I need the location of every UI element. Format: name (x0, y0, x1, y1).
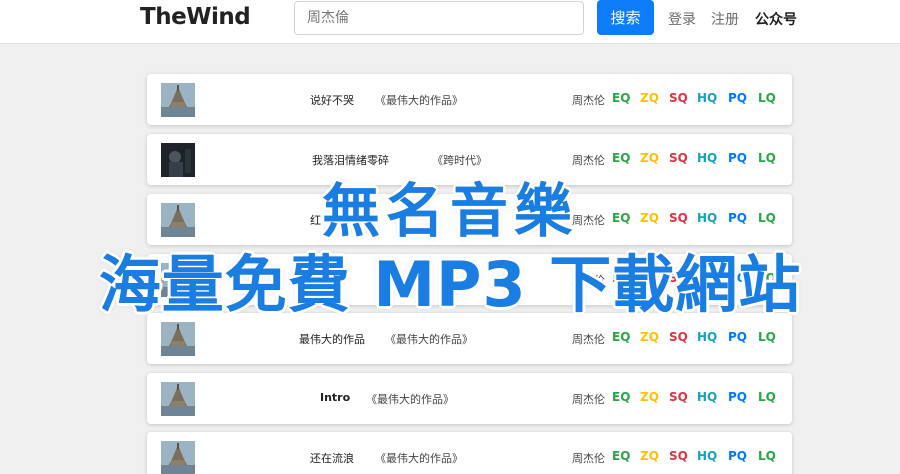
download-zq-link[interactable]: ZQ (640, 330, 659, 344)
overlay-subtitle: 海量免費 MP3 下載網站 (98, 248, 802, 321)
song-row[interactable]: 还在流浪 《最伟大的作品》 周杰伦 EQ ZQ SQ HQ PQ LQ (147, 432, 792, 474)
register-link[interactable]: 注册 (711, 9, 739, 29)
album-cover-castle-icon (161, 83, 195, 117)
download-hq-link[interactable]: HQ (697, 151, 717, 165)
album-cover-castle-icon (161, 441, 195, 474)
download-zq-link[interactable]: ZQ (640, 390, 659, 404)
download-eq-link[interactable]: EQ (612, 91, 630, 105)
download-zq-link[interactable]: ZQ (640, 449, 659, 463)
download-lq-link[interactable]: LQ (758, 330, 776, 344)
song-row[interactable]: Intro 《最伟大的作品》 周杰伦 EQ ZQ SQ HQ PQ LQ (147, 373, 792, 424)
song-title[interactable]: 说好不哭 (310, 92, 354, 108)
song-artist[interactable]: 周杰伦 (572, 450, 605, 466)
download-pq-link[interactable]: PQ (728, 449, 747, 463)
album-cover-castle-icon (161, 382, 195, 416)
song-artist[interactable]: 周杰伦 (572, 331, 605, 347)
download-sq-link[interactable]: SQ (669, 91, 688, 105)
download-zq-link[interactable]: ZQ (640, 151, 659, 165)
album-cover-castle-icon (161, 322, 195, 356)
download-sq-link[interactable]: SQ (669, 151, 688, 165)
song-album[interactable]: 《最伟大的作品》 (375, 450, 463, 466)
wechat-account-link[interactable]: 公众号 (755, 9, 797, 29)
song-artist[interactable]: 周杰伦 (572, 92, 605, 108)
search-button[interactable]: 搜索 (597, 0, 654, 35)
login-link[interactable]: 登录 (668, 9, 696, 29)
song-album[interactable]: 《最伟大的作品》 (385, 331, 473, 347)
download-lq-link[interactable]: LQ (758, 390, 776, 404)
download-pq-link[interactable]: PQ (728, 390, 747, 404)
search-input[interactable] (294, 1, 584, 35)
song-album[interactable]: 《最伟大的作品》 (366, 391, 454, 407)
song-row[interactable]: 说好不哭 《最伟大的作品》 周杰伦 EQ ZQ SQ HQ PQ LQ (147, 74, 792, 125)
download-sq-link[interactable]: SQ (669, 330, 688, 344)
download-sq-link[interactable]: SQ (669, 449, 688, 463)
download-eq-link[interactable]: EQ (612, 390, 630, 404)
download-hq-link[interactable]: HQ (697, 330, 717, 344)
download-zq-link[interactable]: ZQ (640, 91, 659, 105)
download-pq-link[interactable]: PQ (728, 91, 747, 105)
download-hq-link[interactable]: HQ (697, 449, 717, 463)
download-hq-link[interactable]: HQ (697, 390, 717, 404)
song-title[interactable]: Intro (320, 391, 350, 404)
download-eq-link[interactable]: EQ (612, 151, 630, 165)
brand-logo[interactable]: TheWind (140, 4, 251, 30)
download-pq-link[interactable]: PQ (728, 151, 747, 165)
download-sq-link[interactable]: SQ (669, 390, 688, 404)
top-navbar: TheWind 搜索 登录 注册 公众号 (0, 0, 900, 44)
download-hq-link[interactable]: HQ (697, 91, 717, 105)
download-lq-link[interactable]: LQ (758, 151, 776, 165)
song-artist[interactable]: 周杰伦 (572, 391, 605, 407)
song-title[interactable]: 最伟大的作品 (299, 331, 365, 347)
song-title[interactable]: 还在流浪 (310, 450, 354, 466)
download-lq-link[interactable]: LQ (758, 91, 776, 105)
download-lq-link[interactable]: LQ (758, 449, 776, 463)
song-album[interactable]: 《最伟大的作品》 (375, 92, 463, 108)
download-pq-link[interactable]: PQ (728, 330, 747, 344)
download-eq-link[interactable]: EQ (612, 330, 630, 344)
download-eq-link[interactable]: EQ (612, 449, 630, 463)
